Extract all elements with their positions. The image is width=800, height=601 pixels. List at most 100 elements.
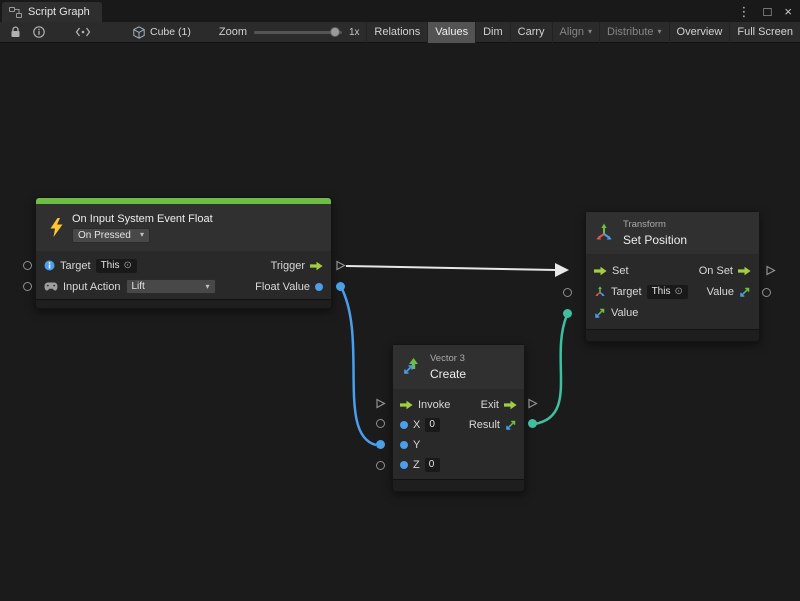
node-transform-set-position[interactable]: Transform Set Position Set On Set <box>585 211 760 342</box>
vector-z-row: Z 0 <box>393 455 524 475</box>
graph-owner-breadcrumb[interactable]: Cube (1) <box>133 26 191 39</box>
z-value-field[interactable]: 0 <box>425 458 440 472</box>
onset-port-label: On Set <box>699 265 733 277</box>
gameobject-info-icon <box>44 260 55 271</box>
float-port-icon <box>400 461 408 469</box>
flow-arrow-icon <box>310 261 323 271</box>
chevron-down-icon: ▾ <box>205 283 209 291</box>
lock-icon[interactable] <box>4 22 27 43</box>
zoom-slider[interactable] <box>254 31 342 34</box>
port-event-trigger-out[interactable] <box>335 260 346 271</box>
transform-set-row: Set On Set <box>586 260 759 281</box>
float-port-icon <box>315 283 323 291</box>
toolbar-buttons: Relations Values Dim Carry Align▾ Distri… <box>366 22 800 43</box>
object-picker-icon: ⊙ <box>674 287 682 297</box>
result-port-label: Result <box>469 419 500 431</box>
chevron-down-icon: ▾ <box>658 28 662 36</box>
tab-script-graph[interactable]: Script Graph <box>2 2 102 22</box>
float-port-icon <box>400 441 408 449</box>
gamepad-icon <box>44 282 58 291</box>
object-picker-icon: ⊙ <box>123 261 131 271</box>
vector-node-header: Vector 3 Create <box>393 345 524 389</box>
port-event-input-action-in[interactable] <box>22 281 33 292</box>
float-value-port-label: Float Value <box>255 281 310 293</box>
event-mode-dropdown[interactable]: On Pressed ▾ <box>72 228 150 243</box>
event-mode-value: On Pressed <box>78 230 131 241</box>
x-port-label: X <box>413 419 420 431</box>
vector-port-icon <box>594 307 606 319</box>
script-graph-icon <box>9 7 22 18</box>
port-transform-target-in[interactable] <box>562 287 573 298</box>
transform-node-header: Transform Set Position <box>586 212 759 254</box>
script-graph-window: Script Graph ⋮ □ × Cube (1) Zoom <box>0 0 800 601</box>
x-value-field[interactable]: 0 <box>425 418 440 432</box>
event-node-header: On Input System Event Float On Pressed ▾ <box>36 204 331 251</box>
overview-button[interactable]: Overview <box>669 22 730 43</box>
set-port-label: Set <box>612 265 629 277</box>
node-vector3-create[interactable]: Vector 3 Create Invoke Exit <box>392 344 525 492</box>
port-transform-onset-out[interactable] <box>765 265 776 276</box>
carry-button[interactable]: Carry <box>510 22 552 43</box>
node-type-label: Vector 3 <box>430 353 466 364</box>
transform-mini-icon <box>594 286 606 298</box>
port-vector-z-in[interactable] <box>375 460 386 471</box>
values-button[interactable]: Values <box>427 22 475 43</box>
align-button[interactable]: Align▾ <box>552 22 599 43</box>
target-value-box[interactable]: This ⊙ <box>647 285 688 299</box>
event-target-row: Target This ⊙ Trigger <box>36 255 331 276</box>
tab-title: Script Graph <box>28 6 90 18</box>
close-icon[interactable]: × <box>784 5 792 18</box>
node-footer <box>36 299 331 308</box>
invoke-port-label: Invoke <box>418 399 450 411</box>
port-vector-y-in[interactable] <box>375 439 386 450</box>
node-on-input-system-event-float[interactable]: On Input System Event Float On Pressed ▾… <box>35 197 332 309</box>
port-vector-exit-out[interactable] <box>527 398 538 409</box>
port-transform-value-out[interactable] <box>761 287 772 298</box>
vector-y-row: Y <box>393 435 524 455</box>
port-vector-x-in[interactable] <box>375 418 386 429</box>
node-title: Set Position <box>623 233 687 247</box>
port-vector-invoke-in[interactable] <box>375 398 386 409</box>
dim-button[interactable]: Dim <box>475 22 510 43</box>
zoom-label: Zoom <box>219 26 247 38</box>
chevron-down-icon: ▾ <box>140 231 144 239</box>
flow-arrow-icon <box>504 400 517 410</box>
port-transform-value-in[interactable] <box>562 308 573 319</box>
value-in-port-label: Value <box>611 307 638 319</box>
value-out-port-label: Value <box>707 286 734 298</box>
port-vector-result-out[interactable] <box>527 418 538 429</box>
titlebar: Script Graph ⋮ □ × <box>0 0 800 22</box>
chevron-down-icon: ▾ <box>588 28 592 36</box>
port-event-float-value-out[interactable] <box>335 281 346 292</box>
z-port-label: Z <box>413 459 420 471</box>
relations-button[interactable]: Relations <box>366 22 427 43</box>
zoom-slider-knob[interactable] <box>330 27 340 37</box>
menu-icon[interactable]: ⋮ <box>738 5 751 18</box>
info-icon[interactable] <box>27 22 51 43</box>
carousel-icon[interactable] <box>69 22 97 43</box>
y-port-label: Y <box>413 439 420 451</box>
window-controls: ⋮ □ × <box>738 0 792 22</box>
port-event-target-in[interactable] <box>22 260 33 271</box>
target-port-label: Target <box>611 286 642 298</box>
trigger-port-label: Trigger <box>271 260 305 272</box>
graph-canvas[interactable]: On Input System Event Float On Pressed ▾… <box>0 43 800 601</box>
input-action-port-label: Input Action <box>63 281 121 293</box>
transform-icon <box>594 223 614 243</box>
target-value-box[interactable]: This ⊙ <box>96 259 137 273</box>
transform-target-row: Target This ⊙ Value <box>586 281 759 302</box>
fullscreen-button[interactable]: Full Screen <box>729 22 800 43</box>
vector-invoke-row: Invoke Exit <box>393 395 524 415</box>
flow-arrow-icon <box>738 266 751 276</box>
vector-x-row: X 0 Result <box>393 415 524 435</box>
distribute-button[interactable]: Distribute▾ <box>599 22 668 43</box>
target-port-label: Target <box>60 260 91 272</box>
vector-port-icon <box>739 286 751 298</box>
input-action-dropdown[interactable]: Lift ▾ <box>126 279 216 294</box>
vector-port-icon <box>505 419 517 431</box>
node-title: On Input System Event Float <box>72 213 213 225</box>
node-footer <box>586 329 759 341</box>
node-footer <box>393 479 524 491</box>
maximize-icon[interactable]: □ <box>764 5 772 18</box>
zoom-value: 1x <box>349 27 360 38</box>
